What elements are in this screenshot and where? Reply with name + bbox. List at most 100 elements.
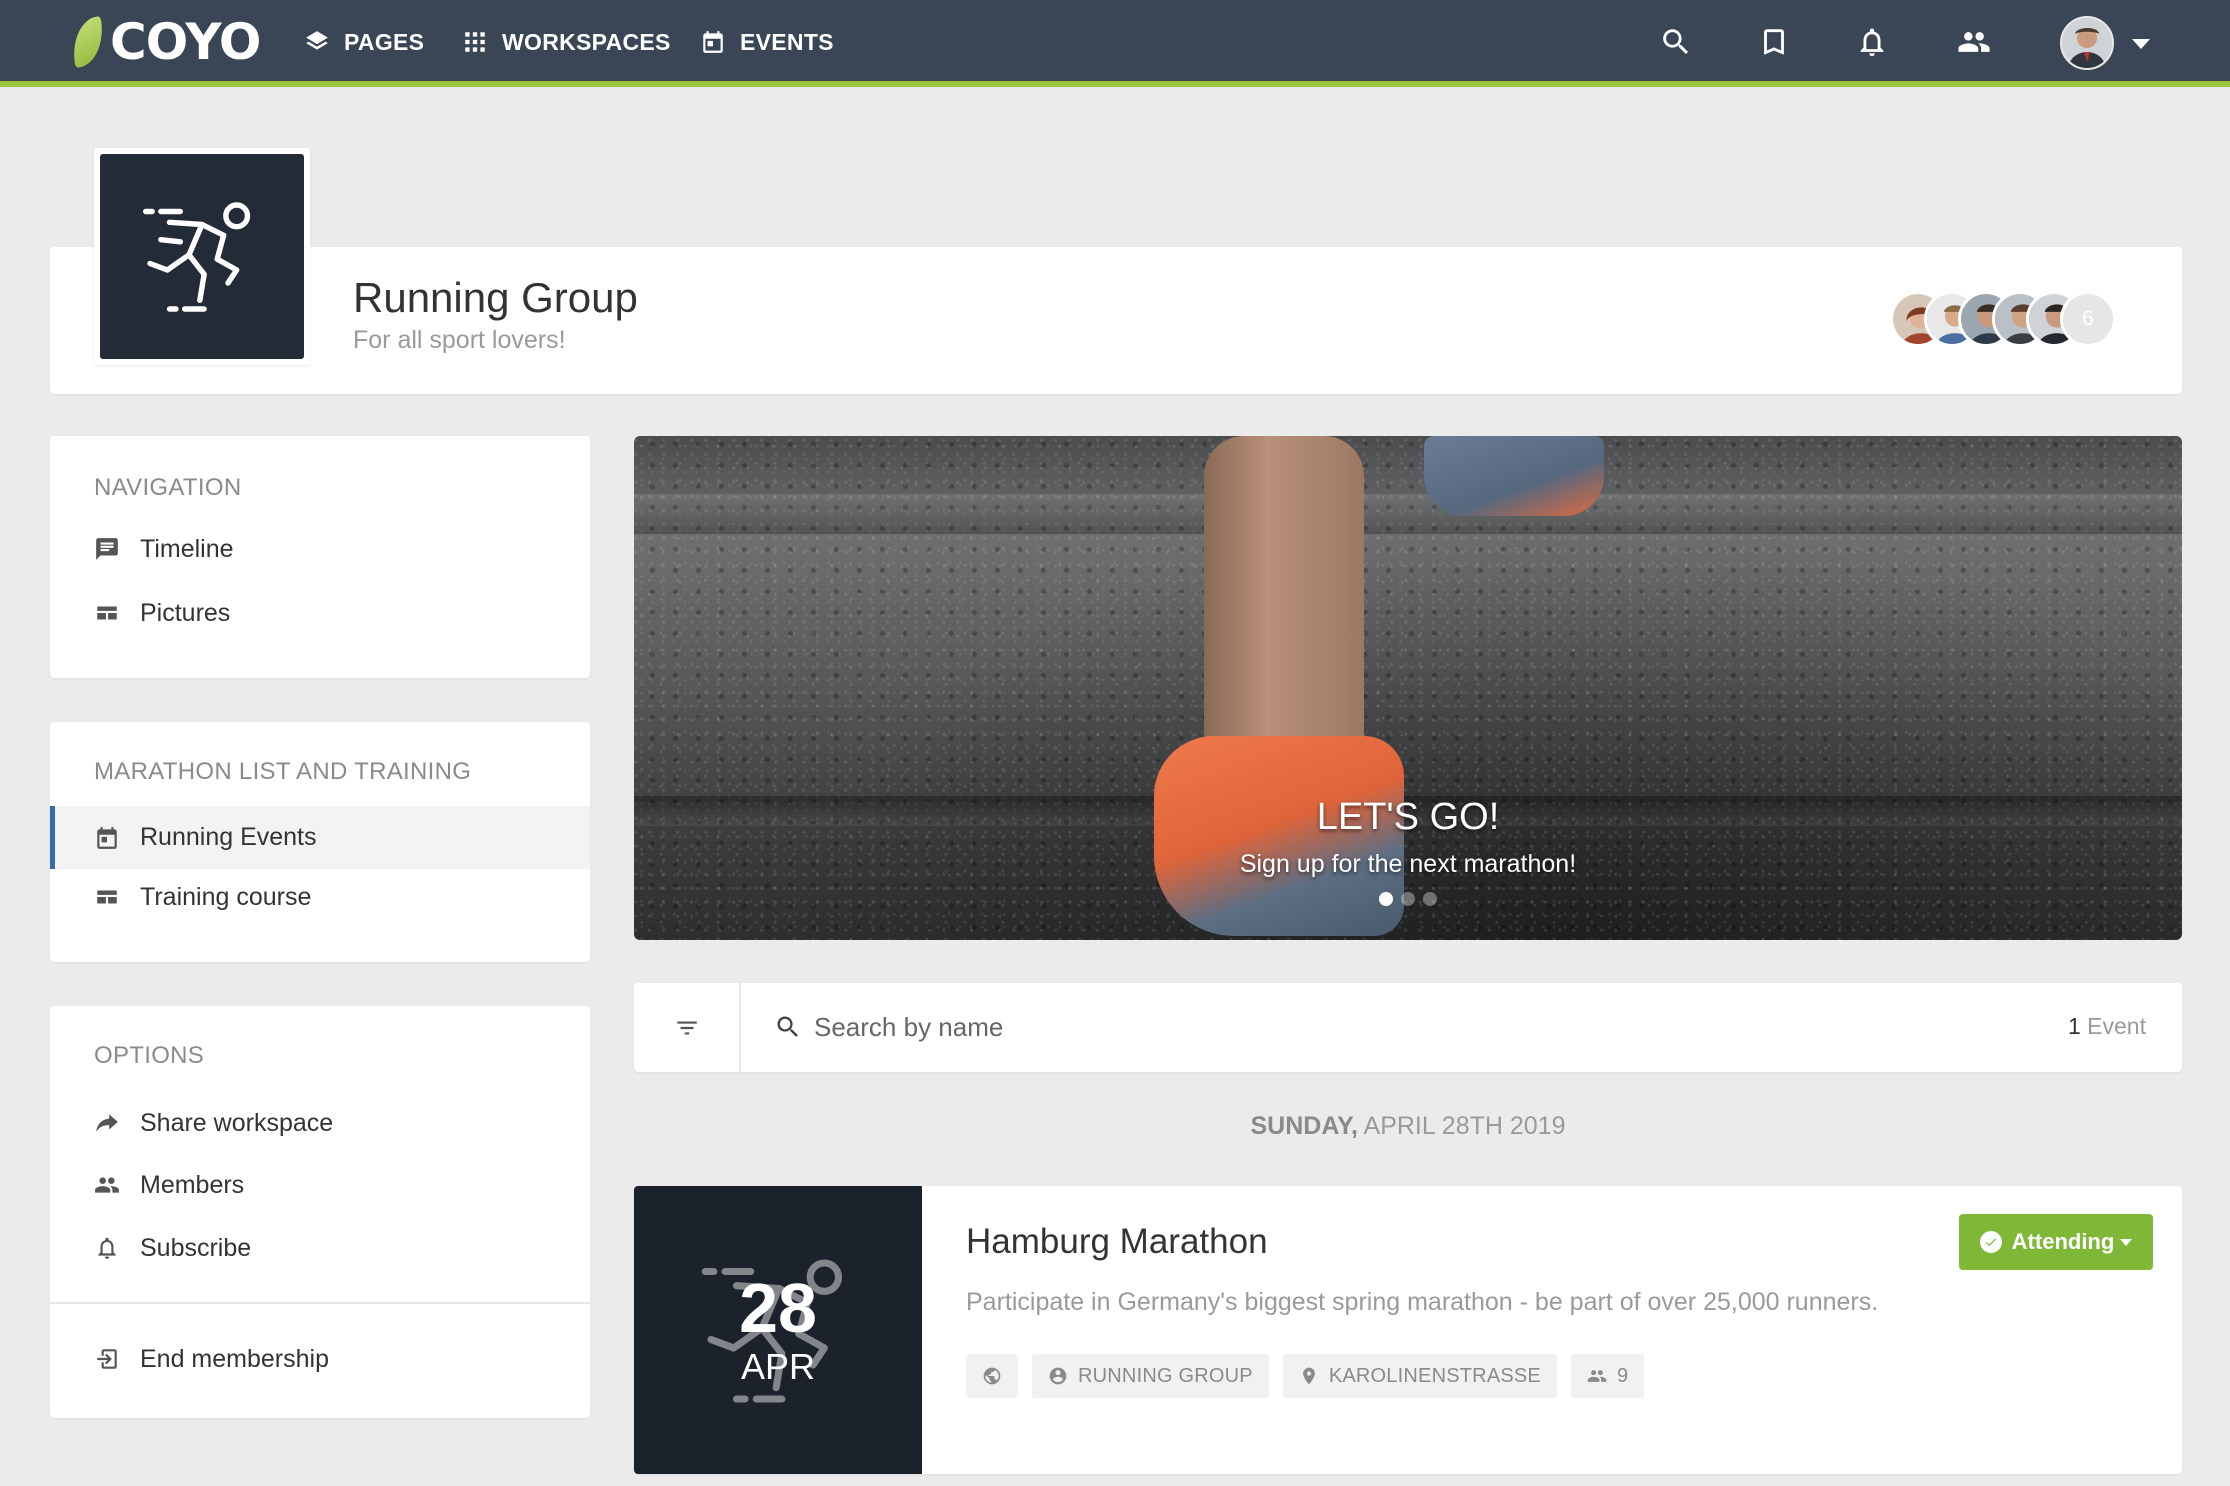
user-avatar[interactable] [2060, 16, 2114, 70]
bookmarks-button[interactable] [1754, 22, 1794, 62]
sidebar-item-label: Members [140, 1170, 245, 1199]
date-heading-weekday: SUNDAY, [1250, 1112, 1358, 1140]
members-icon [95, 1177, 119, 1193]
hero-slide-dots [634, 892, 2182, 906]
runner-icon [142, 201, 251, 312]
slide-dot[interactable] [1379, 892, 1393, 906]
event-description: Participate in Germany's biggest spring … [966, 1288, 1879, 1316]
sidebar-item-share-workspace[interactable]: Share workspace [50, 1093, 590, 1153]
user-avatar-image [2062, 18, 2112, 68]
sidebar-item-label: Timeline [140, 534, 234, 563]
date-heading: SUNDAY, APRIL 28TH 2019 [634, 1112, 2182, 1141]
pictures-icon [97, 890, 117, 904]
sidebar-item-training-course[interactable]: Training course [50, 867, 590, 927]
attending-label: Attending [2011, 1229, 2115, 1254]
bookmark-icon [1764, 29, 1784, 55]
user-menu-caret-icon[interactable] [2132, 39, 2150, 49]
location-chip-label: KAROLINENSTRASSE [1328, 1364, 1541, 1387]
timeline-icon [96, 538, 118, 560]
event-meta-chips: RUNNING GROUP KAROLINENSTRASSE 9 [966, 1354, 1645, 1398]
hero-shoe-image [1424, 436, 1604, 516]
sidebar-item-members[interactable]: Members [50, 1155, 590, 1215]
attending-button[interactable]: Attending [1959, 1214, 2153, 1270]
event-date-tile: 28 APR [634, 1186, 922, 1474]
sidebar-item-label: Running Events [140, 823, 317, 851]
nav-workspaces[interactable]: WORKSPACES [462, 20, 671, 64]
sidebar-divider [50, 1302, 590, 1304]
sidebar-item-label: Share workspace [140, 1108, 334, 1137]
visibility-chip [966, 1354, 1018, 1398]
colleagues-button[interactable] [1954, 22, 1994, 62]
location-chip[interactable]: KAROLINENSTRASSE [1282, 1354, 1557, 1398]
notifications-button[interactable] [1852, 22, 1892, 62]
member-avatars[interactable]: 6 [1890, 291, 2140, 347]
globe-icon [983, 1367, 1001, 1385]
chevron-down-icon [2120, 1238, 2133, 1246]
search-button[interactable] [1656, 22, 1696, 62]
slide-dot[interactable] [1401, 892, 1415, 906]
sidebar-navigation-card: NAVIGATION Timeline Pictures [50, 436, 590, 678]
grid-icon [465, 32, 485, 52]
check-circle-icon [1979, 1231, 2002, 1253]
sidebar-item-pictures[interactable]: Pictures [50, 583, 590, 643]
attendees-chip[interactable]: 9 [1570, 1354, 1645, 1398]
account-circle-icon [1049, 1367, 1067, 1385]
event-title[interactable]: Hamburg Marathon [966, 1222, 1268, 1262]
layers-icon [306, 31, 328, 50]
group-chip-label: RUNNING GROUP [1078, 1364, 1253, 1387]
bell-icon [98, 1237, 116, 1259]
logo-text: COYO [110, 13, 261, 71]
nav-events-label: EVENTS [740, 28, 834, 55]
bell-icon [1860, 28, 1884, 57]
search-input[interactable] [814, 1005, 1714, 1049]
date-heading-date: APRIL 28TH 2019 [1363, 1112, 1566, 1140]
sidebar-item-running-events[interactable]: Running Events [50, 806, 590, 869]
top-navigation-bar: COYO PAGES WORKSPACES EVENTS [0, 0, 2230, 87]
workspace-title: Running Group [353, 274, 638, 321]
sidebar-item-label: Subscribe [140, 1233, 252, 1262]
event-count-number: 1 [2067, 1013, 2081, 1039]
sidebar-item-label: Pictures [140, 598, 231, 627]
event-count: 1 Event [2068, 1013, 2146, 1040]
group-chip[interactable]: RUNNING GROUP [1032, 1354, 1269, 1398]
sidebar-marathon-card: MARATHON LIST AND TRAINING Running Event… [50, 722, 590, 962]
member-count-badge[interactable]: 6 [2060, 291, 2116, 347]
event-count-label: Event [2087, 1013, 2146, 1039]
coyo-logo[interactable]: COYO [68, 12, 261, 72]
nav-events[interactable]: EVENTS [700, 20, 834, 64]
filter-icon [676, 1021, 697, 1034]
event-day: 28 [739, 1269, 817, 1348]
slide-dot[interactable] [1423, 892, 1437, 906]
hero-banner[interactable]: LET'S GO! Sign up for the next marathon! [634, 436, 2182, 940]
pictures-icon [97, 606, 117, 620]
people-icon [1587, 1370, 1607, 1382]
share-icon [96, 1114, 118, 1132]
nav-workspaces-label: WORKSPACES [502, 28, 671, 55]
sidebar-options-card: OPTIONS Share workspace Members Subscrib… [50, 1006, 590, 1418]
exit-icon [97, 1349, 117, 1369]
location-pin-icon [1302, 1367, 1315, 1385]
nav-pages[interactable]: PAGES [304, 20, 424, 64]
event-search-bar: 1 Event [634, 983, 2182, 1072]
search-icon [1663, 29, 1689, 55]
sidebar-item-timeline[interactable]: Timeline [50, 519, 590, 579]
logo-leaf-icon [68, 16, 108, 68]
workspace-subtitle: For all sport lovers! [353, 326, 566, 354]
hero-subtitle: Sign up for the next marathon! [1239, 850, 1577, 878]
sidebar-item-end-membership[interactable]: End membership [50, 1329, 590, 1389]
sidebar-item-subscribe[interactable]: Subscribe [50, 1218, 590, 1278]
hero-title: LET'S GO! [1316, 796, 1500, 838]
filter-button[interactable] [634, 983, 741, 1072]
search-icon [774, 1013, 802, 1041]
sidebar-navigation-title: NAVIGATION [94, 474, 242, 501]
nav-pages-label: PAGES [344, 28, 425, 55]
sidebar-item-label: End membership [140, 1344, 329, 1373]
event-month: APR [740, 1346, 816, 1388]
sidebar-item-label: Training course [140, 882, 312, 911]
sidebar-options-title: OPTIONS [94, 1042, 205, 1069]
sidebar-marathon-title: MARATHON LIST AND TRAINING [94, 758, 472, 785]
workspace-avatar [94, 148, 310, 365]
attendees-count: 9 [1616, 1364, 1629, 1387]
event-card[interactable]: 28 APR Hamburg Marathon Participate in G… [634, 1186, 2182, 1474]
calendar-icon [703, 31, 723, 53]
